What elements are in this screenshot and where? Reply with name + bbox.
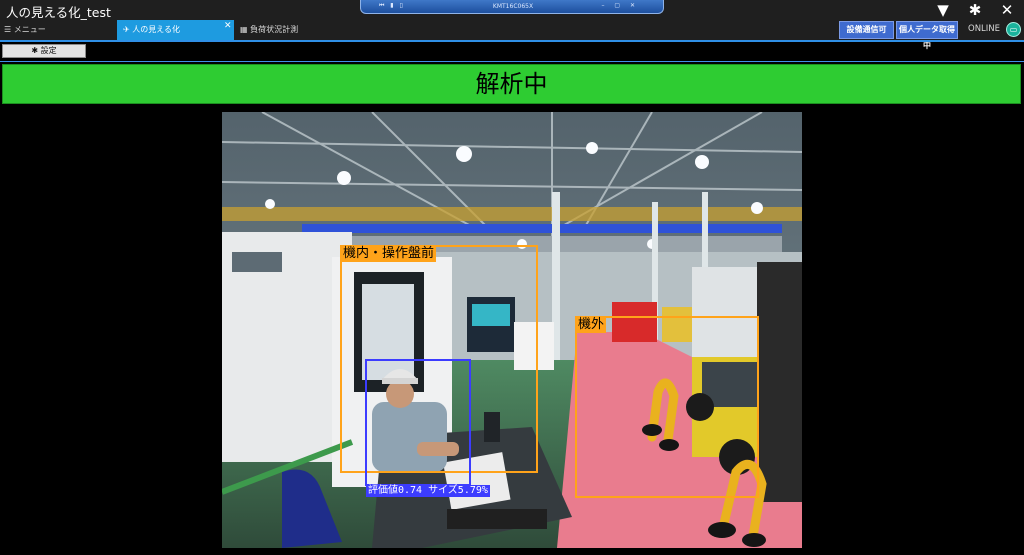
region-inside-machine-label: 機内・操作盤前 <box>341 246 437 262</box>
region-outside-machine-box <box>575 316 759 498</box>
toolbar-divider <box>0 61 1024 62</box>
settings-button[interactable]: ✱ 設定 <box>2 44 86 58</box>
remote-session-bar[interactable]: ⏮ ▮ ▯ KMT16C065X – ▢ ✕ <box>360 0 664 14</box>
person-detection-box <box>365 359 471 486</box>
tab-person-visualization-label: 人の見える化 <box>132 25 181 34</box>
tab-menu[interactable]: ☰ メニュー <box>0 20 116 40</box>
personal-data-button[interactable]: 個人データ取得中 <box>896 21 958 50</box>
close-icon[interactable]: ✕ <box>998 1 1016 19</box>
analysis-status-banner: 解析中 <box>2 64 1021 104</box>
tab-person-visualization[interactable]: ✈ 人の見える化 <box>117 20 234 40</box>
camera-view: 機内・操作盤前 機外 評価値0.74 サイズ5.79% <box>222 112 802 548</box>
connection-status: ONLINE <box>968 24 1001 34</box>
dropdown-icon[interactable]: ▼ <box>934 1 952 19</box>
tab-load-measurement-label: 負荷状況計測 <box>250 25 299 34</box>
monitor-icon[interactable]: ▭ <box>1006 22 1021 37</box>
plane-icon: ✈ <box>123 25 130 34</box>
gear-icon[interactable]: ✱ <box>966 1 984 19</box>
person-score-label: 評価値0.74 サイズ5.79% <box>366 485 490 497</box>
detection-overlay <box>340 245 759 498</box>
remote-window-controls[interactable]: – ▢ ✕ <box>601 2 639 9</box>
tab-menu-label: メニュー <box>13 25 46 34</box>
menu-icon: ☰ <box>4 25 12 34</box>
tab-close-icon[interactable]: ✕ <box>224 21 232 31</box>
grid-icon: ▦ <box>240 25 248 34</box>
tab-load-measurement[interactable]: ▦ 負荷状況計測 <box>236 20 350 40</box>
tab-underline <box>0 40 1024 42</box>
equipment-comm-button[interactable]: 設備通信可 <box>839 21 894 39</box>
region-outside-machine-label: 機外 <box>576 317 607 333</box>
window-title: 人の見える化_test <box>6 5 111 20</box>
